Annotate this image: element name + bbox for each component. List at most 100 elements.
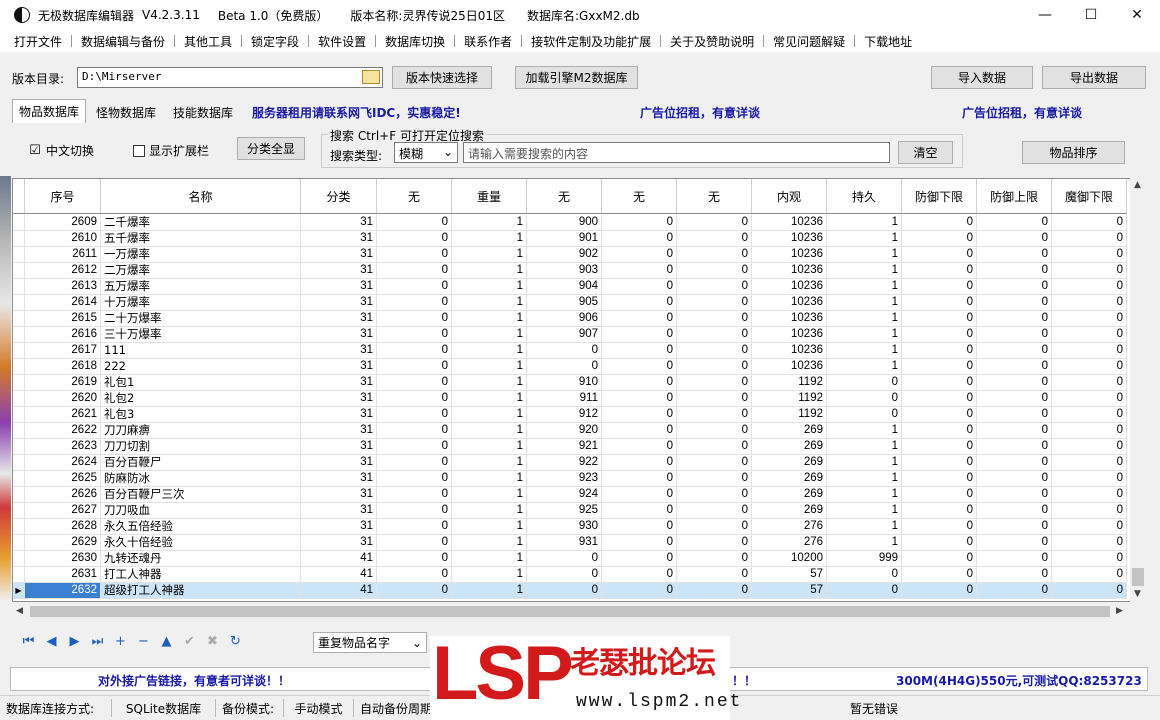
row-indicator[interactable] bbox=[13, 231, 25, 246]
cell-mac-min[interactable]: 0 bbox=[1052, 247, 1127, 262]
cell-ac-min[interactable]: 0 bbox=[902, 279, 977, 294]
cell-weight[interactable]: 1 bbox=[452, 551, 527, 566]
row-indicator[interactable] bbox=[13, 375, 25, 390]
cell-ac-min[interactable]: 0 bbox=[902, 455, 977, 470]
cell-id[interactable]: 2624 bbox=[25, 455, 101, 470]
cell-ac-max[interactable]: 0 bbox=[977, 391, 1052, 406]
row-indicator[interactable] bbox=[13, 567, 25, 582]
menu-faq[interactable]: 常见问题解疑 bbox=[765, 33, 853, 50]
cell-id[interactable]: 2611 bbox=[25, 247, 101, 262]
cell-ac-max[interactable]: 0 bbox=[977, 487, 1052, 502]
cell-none4[interactable]: 0 bbox=[677, 327, 752, 342]
cell-none2[interactable]: 922 bbox=[527, 455, 602, 470]
cell-category[interactable]: 31 bbox=[301, 535, 377, 550]
cell-weight[interactable]: 1 bbox=[452, 503, 527, 518]
cell-id[interactable]: 2623 bbox=[25, 439, 101, 454]
cell-none3[interactable]: 0 bbox=[602, 535, 677, 550]
cell-looks[interactable]: 269 bbox=[752, 487, 827, 502]
cell-ac-max[interactable]: 0 bbox=[977, 583, 1052, 598]
cell-ac-min[interactable]: 0 bbox=[902, 375, 977, 390]
table-row[interactable]: 2615 二十万爆率 31 0 1 906 0 0 10236 1 0 0 0 bbox=[13, 311, 1127, 327]
cell-none3[interactable]: 0 bbox=[602, 231, 677, 246]
cell-looks[interactable]: 10236 bbox=[752, 215, 827, 230]
menu-data-edit[interactable]: 数据编辑与备份 bbox=[73, 33, 173, 50]
cell-none2[interactable]: 930 bbox=[527, 519, 602, 534]
cell-name[interactable]: 一万爆率 bbox=[101, 247, 301, 262]
cell-none3[interactable]: 0 bbox=[602, 391, 677, 406]
row-indicator[interactable] bbox=[13, 247, 25, 262]
cell-none2[interactable]: 906 bbox=[527, 311, 602, 326]
cell-ac-min[interactable]: 0 bbox=[902, 215, 977, 230]
scroll-left-icon[interactable]: ◀ bbox=[16, 606, 23, 616]
cell-name[interactable]: 九转还魂丹 bbox=[101, 551, 301, 566]
cell-id[interactable]: 2625 bbox=[25, 471, 101, 486]
cell-category[interactable]: 31 bbox=[301, 487, 377, 502]
cell-dura[interactable]: 1 bbox=[827, 439, 902, 454]
cell-name[interactable]: 永久十倍经验 bbox=[101, 535, 301, 550]
cell-ac-max[interactable]: 0 bbox=[977, 375, 1052, 390]
cell-none1[interactable]: 0 bbox=[377, 359, 452, 374]
cell-none3[interactable]: 0 bbox=[602, 519, 677, 534]
cell-none3[interactable]: 0 bbox=[602, 407, 677, 422]
row-indicator[interactable] bbox=[13, 263, 25, 278]
cell-weight[interactable]: 1 bbox=[452, 391, 527, 406]
cell-ac-max[interactable]: 0 bbox=[977, 295, 1052, 310]
confirm-icon[interactable]: ✔ bbox=[181, 633, 198, 650]
cell-weight[interactable]: 1 bbox=[452, 407, 527, 422]
menu-contact[interactable]: 联系作者 bbox=[456, 33, 520, 50]
cell-none3[interactable]: 0 bbox=[602, 343, 677, 358]
cell-mac-min[interactable]: 0 bbox=[1052, 231, 1127, 246]
cell-id[interactable]: 2628 bbox=[25, 519, 101, 534]
scroll-right-icon[interactable]: ▶ bbox=[1116, 606, 1123, 616]
cell-weight[interactable]: 1 bbox=[452, 343, 527, 358]
cell-none3[interactable]: 0 bbox=[602, 327, 677, 342]
cell-category[interactable]: 31 bbox=[301, 391, 377, 406]
column-header-looks[interactable]: 内观 bbox=[752, 179, 827, 213]
table-row[interactable]: 2616 三十万爆率 31 0 1 907 0 0 10236 1 0 0 0 bbox=[13, 327, 1127, 343]
table-row[interactable]: 2625 防麻防冰 31 0 1 923 0 0 269 1 0 0 0 bbox=[13, 471, 1127, 487]
column-header-mac-min[interactable]: 魔御下限 bbox=[1052, 179, 1127, 213]
cell-name[interactable]: 打工人神器 bbox=[101, 567, 301, 582]
cell-ac-min[interactable]: 0 bbox=[902, 327, 977, 342]
row-indicator[interactable] bbox=[13, 327, 25, 342]
cell-id[interactable]: 2626 bbox=[25, 487, 101, 502]
cell-category[interactable]: 31 bbox=[301, 503, 377, 518]
cell-weight[interactable]: 1 bbox=[452, 279, 527, 294]
cell-none2[interactable]: 904 bbox=[527, 279, 602, 294]
cell-looks[interactable]: 269 bbox=[752, 439, 827, 454]
cell-dura[interactable]: 1 bbox=[827, 231, 902, 246]
cell-id[interactable]: 2616 bbox=[25, 327, 101, 342]
vertical-scrollbar[interactable]: ▲ ▼ bbox=[1130, 178, 1146, 602]
cell-none1[interactable]: 0 bbox=[377, 215, 452, 230]
row-indicator[interactable] bbox=[13, 407, 25, 422]
cell-weight[interactable]: 1 bbox=[452, 359, 527, 374]
cell-ac-max[interactable]: 0 bbox=[977, 247, 1052, 262]
cell-name[interactable]: 刀刀麻痹 bbox=[101, 423, 301, 438]
cell-category[interactable]: 31 bbox=[301, 343, 377, 358]
cell-ac-min[interactable]: 0 bbox=[902, 247, 977, 262]
table-row[interactable]: 2624 百分百鞭尸 31 0 1 922 0 0 269 1 0 0 0 bbox=[13, 455, 1127, 471]
cell-none2[interactable]: 902 bbox=[527, 247, 602, 262]
cell-mac-min[interactable]: 0 bbox=[1052, 295, 1127, 310]
cell-none1[interactable]: 0 bbox=[377, 455, 452, 470]
cell-id[interactable]: 2632 bbox=[25, 583, 101, 598]
table-row[interactable]: 2629 永久十倍经验 31 0 1 931 0 0 276 1 0 0 0 bbox=[13, 535, 1127, 551]
cell-ac-max[interactable]: 0 bbox=[977, 263, 1052, 278]
cell-id[interactable]: 2629 bbox=[25, 535, 101, 550]
refresh-icon[interactable]: ↻ bbox=[227, 633, 244, 650]
cell-category[interactable]: 31 bbox=[301, 439, 377, 454]
table-row[interactable]: 2623 刀刀切割 31 0 1 921 0 0 269 1 0 0 0 bbox=[13, 439, 1127, 455]
cell-none2[interactable]: 925 bbox=[527, 503, 602, 518]
cell-none2[interactable]: 911 bbox=[527, 391, 602, 406]
cell-looks[interactable]: 269 bbox=[752, 471, 827, 486]
cell-ac-max[interactable]: 0 bbox=[977, 359, 1052, 374]
cell-ac-max[interactable]: 0 bbox=[977, 455, 1052, 470]
table-row[interactable]: 2626 百分百鞭尸三次 31 0 1 924 0 0 269 1 0 0 0 bbox=[13, 487, 1127, 503]
cell-id[interactable]: 2630 bbox=[25, 551, 101, 566]
cell-dura[interactable]: 1 bbox=[827, 535, 902, 550]
cell-id[interactable]: 2612 bbox=[25, 263, 101, 278]
cell-looks[interactable]: 10236 bbox=[752, 279, 827, 294]
cell-name[interactable]: 永久五倍经验 bbox=[101, 519, 301, 534]
cell-dura[interactable]: 1 bbox=[827, 359, 902, 374]
cell-none1[interactable]: 0 bbox=[377, 583, 452, 598]
